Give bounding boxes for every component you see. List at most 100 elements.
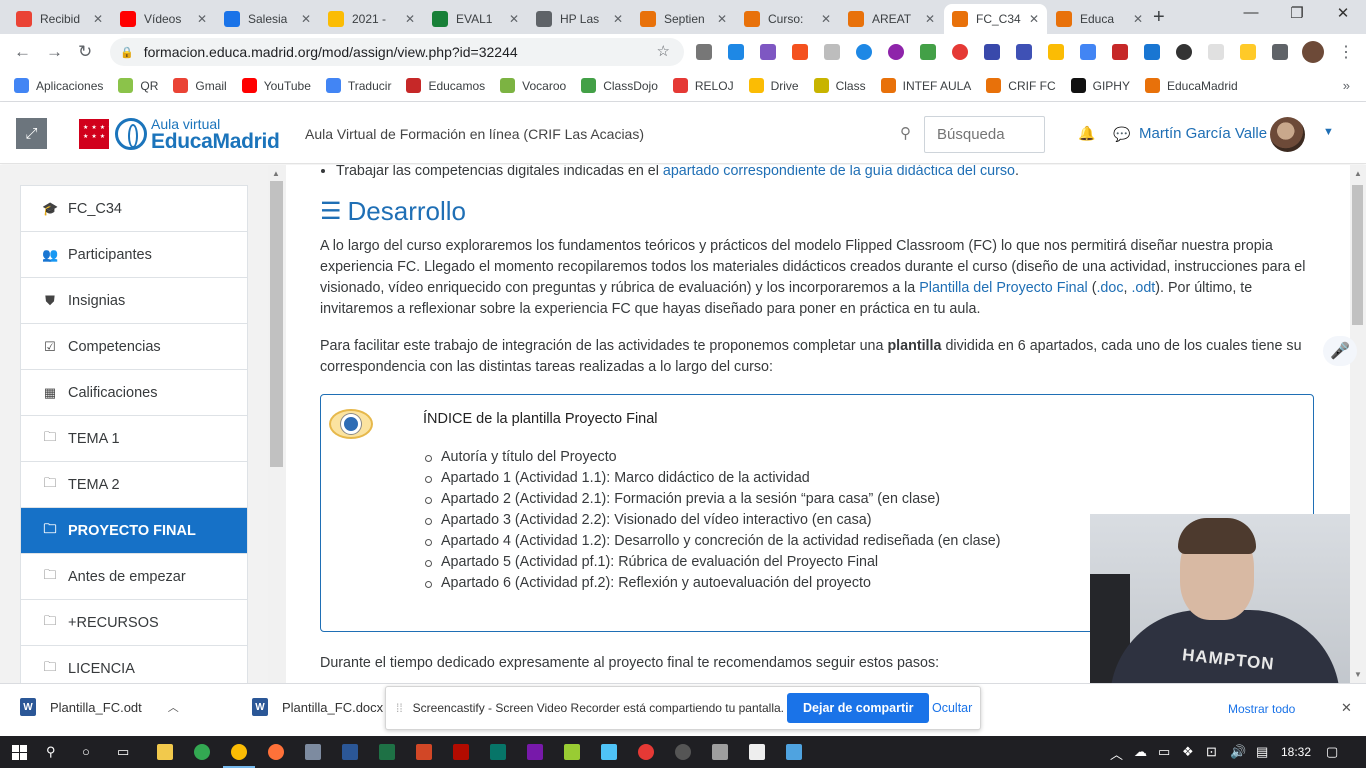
browser-tab[interactable]: HP Las ✕ — [528, 4, 631, 34]
app-icon[interactable] — [305, 744, 321, 760]
show-hidden-icons-icon[interactable]: ︿ — [1110, 744, 1123, 763]
messages-chat-icon[interactable]: 💬 — [1113, 126, 1130, 143]
stop-sharing-button[interactable]: Dejar de compartir — [787, 693, 930, 723]
drawer-toggle-button[interactable]: ⤢ — [16, 118, 47, 149]
download-item[interactable]: W Plantilla_FC.odt ︿ — [20, 698, 179, 716]
extension-icon[interactable] — [760, 44, 776, 60]
show-all-downloads-link[interactable]: Mostrar todo — [1228, 702, 1295, 716]
notepad-icon[interactable] — [749, 744, 765, 760]
extension-icon[interactable] — [1176, 44, 1192, 60]
bookmark-item[interactable]: ClassDojo — [581, 78, 658, 93]
sidebar-item-tema-1[interactable]: 🗀 TEMA 1 — [21, 416, 247, 462]
extension-icon[interactable] — [1240, 44, 1256, 60]
extension-icon[interactable] — [1144, 44, 1160, 60]
bookmark-item[interactable]: Educamos — [406, 78, 485, 93]
publisher-icon[interactable] — [490, 744, 506, 760]
browser-tab[interactable]: 2021 - ✕ — [320, 4, 423, 34]
browser-tab[interactable]: Salesia ✕ — [216, 4, 319, 34]
bookmark-item[interactable]: Aplicaciones — [14, 78, 103, 93]
bookmark-item[interactable]: Class — [813, 78, 866, 93]
reload-icon[interactable]: ↻ — [78, 42, 92, 62]
page-scrollbar[interactable]: ▲ ▼ — [1350, 165, 1366, 683]
bookmark-star-icon[interactable]: ☆ — [657, 42, 670, 60]
sidebar-item-fc-c34[interactable]: 🎓 FC_C34 — [21, 186, 247, 232]
scroll-up-arrow-icon[interactable]: ▲ — [1354, 169, 1362, 178]
bookmark-item[interactable]: CRIF FC — [986, 78, 1056, 93]
bookmark-item[interactable]: RELOJ — [672, 78, 734, 93]
network-icon[interactable]: ⊡ — [1206, 744, 1217, 760]
bookmark-item[interactable]: GIPHY — [1070, 78, 1130, 93]
site-name[interactable]: Aula Virtual de Formación en línea (CRIF… — [305, 126, 644, 142]
extension-icon[interactable] — [696, 44, 712, 60]
extension-icon[interactable] — [1016, 44, 1032, 60]
excel-icon[interactable] — [379, 744, 395, 760]
browser-tab[interactable]: Educa ✕ — [1048, 4, 1151, 34]
sidebar-item-recursos[interactable]: 🗀 +RECURSOS — [21, 600, 247, 646]
browser-menu-icon[interactable]: ⋮ — [1338, 42, 1354, 62]
extensions-puzzle-icon[interactable] — [1272, 44, 1288, 60]
chrome-icon[interactable] — [223, 744, 255, 768]
windows-start-icon[interactable] — [12, 745, 27, 760]
browser-tab[interactable]: Vídeos ✕ — [112, 4, 215, 34]
close-tab-icon[interactable]: ✕ — [925, 12, 935, 26]
sidebar-item-participantes[interactable]: 👥 Participantes — [21, 232, 247, 278]
sidebar-item-tema-2[interactable]: 🗀 TEMA 2 — [21, 462, 247, 508]
bookmark-item[interactable]: Drive — [748, 78, 799, 93]
close-tab-icon[interactable]: ✕ — [1133, 12, 1143, 26]
template-link[interactable]: Plantilla del Proyecto Final — [919, 280, 1087, 296]
close-tab-icon[interactable]: ✕ — [509, 12, 519, 26]
drawer-scrollbar-thumb[interactable] — [270, 181, 283, 467]
bookmark-item[interactable]: EducaMadrid — [1144, 78, 1238, 93]
microphone-extension-icon[interactable] — [984, 44, 1000, 60]
translate-extension-icon[interactable] — [1080, 44, 1096, 60]
dropbox-icon[interactable]: ❖ — [1182, 744, 1194, 760]
guide-section-link[interactable]: apartado correspondiente de la guía didá… — [663, 165, 1015, 179]
extension-icon[interactable] — [856, 44, 872, 60]
page-scrollbar-thumb[interactable] — [1352, 185, 1363, 325]
close-tab-icon[interactable]: ✕ — [1029, 12, 1039, 26]
scroll-down-arrow-icon[interactable]: ▼ — [1354, 670, 1362, 679]
close-tab-icon[interactable]: ✕ — [93, 12, 103, 26]
scroll-up-arrow-icon[interactable]: ▲ — [272, 169, 280, 178]
browser-tab[interactable]: Septien ✕ — [632, 4, 735, 34]
search-icon[interactable]: ⚲ — [900, 124, 911, 142]
task-view-icon[interactable]: ▭ — [117, 744, 129, 760]
3d-viewer-icon[interactable] — [601, 744, 617, 760]
browser-tab[interactable]: AREAT ✕ — [840, 4, 943, 34]
educamadrid-logo[interactable]: ★ ★ ★ ★ ★ ★ ★ Aula virtual EducaMadrid — [79, 117, 280, 152]
clock-time[interactable]: 18:32 — [1281, 745, 1311, 759]
minimize-button[interactable]: — — [1228, 4, 1274, 21]
file-explorer-icon[interactable] — [157, 744, 173, 760]
acrobat-icon[interactable] — [453, 744, 469, 760]
bookmark-item[interactable]: Gmail — [173, 78, 227, 93]
keyboard-icon[interactable]: ▤ — [1256, 744, 1268, 760]
sidebar-item-calificaciones[interactable]: ▦ Calificaciones — [21, 370, 247, 416]
extension-icon[interactable] — [792, 44, 808, 60]
sidebar-item-proyecto-final[interactable]: 🗀 PROYECTO FINAL — [21, 508, 247, 554]
bookmark-item[interactable]: Traducir — [325, 78, 391, 93]
extension-icon[interactable] — [1208, 44, 1224, 60]
close-tab-icon[interactable]: ✕ — [197, 12, 207, 26]
browser-tab[interactable]: Recibid ✕ — [8, 4, 111, 34]
close-tab-icon[interactable]: ✕ — [301, 12, 311, 26]
search-input[interactable] — [924, 116, 1045, 153]
extension-icon[interactable] — [920, 44, 936, 60]
maximize-button[interactable]: ❐ — [1274, 4, 1320, 22]
app-icon[interactable] — [638, 744, 654, 760]
close-window-button[interactable]: ✕ — [1320, 4, 1366, 22]
notifications-bell-icon[interactable]: 🔔 — [1078, 125, 1095, 142]
download-item[interactable]: W Plantilla_FC.docx — [252, 698, 383, 716]
extension-icon[interactable] — [888, 44, 904, 60]
calculator-icon[interactable] — [712, 744, 728, 760]
lock-icon[interactable]: 🔒 — [120, 46, 134, 59]
drag-handle-icon[interactable]: ⁞⁞ — [396, 701, 403, 715]
onenote-icon[interactable] — [527, 744, 543, 760]
extension-icon[interactable] — [1112, 44, 1128, 60]
browser-tab[interactable]: EVAL1 ✕ — [424, 4, 527, 34]
drive-extension-icon[interactable] — [1048, 44, 1064, 60]
extension-icon[interactable] — [824, 44, 840, 60]
firefox-icon[interactable] — [268, 744, 284, 760]
close-icon[interactable]: ✕ — [1341, 700, 1352, 716]
sidebar-item-insignias[interactable]: ⛊ Insignias — [21, 278, 247, 324]
close-tab-icon[interactable]: ✕ — [821, 12, 831, 26]
